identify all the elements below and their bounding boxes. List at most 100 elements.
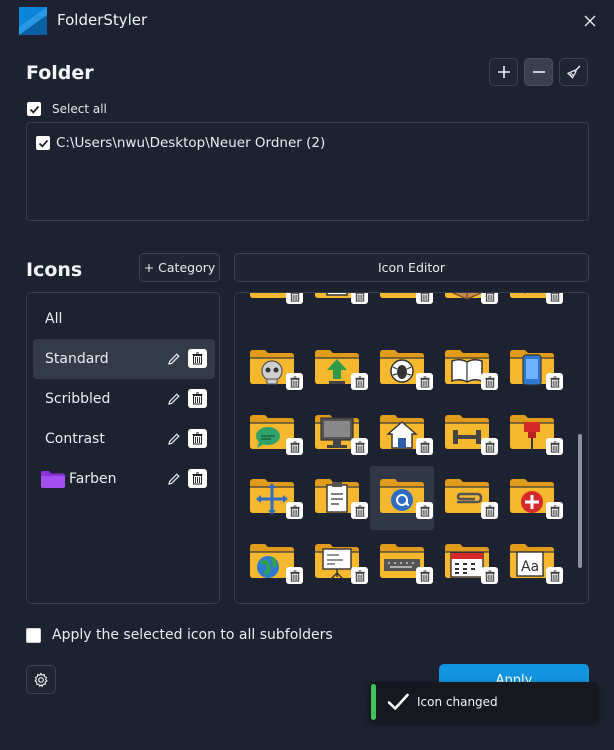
category-item-all[interactable]: All — [33, 299, 215, 339]
edit-category-button[interactable] — [167, 471, 181, 490]
presentation-folder-cell[interactable] — [305, 531, 369, 595]
delete-category-button[interactable] — [188, 469, 207, 488]
delete-icon-button[interactable] — [416, 438, 433, 455]
trash-icon — [192, 352, 203, 365]
delete-icon-button[interactable] — [546, 373, 563, 390]
delete-icon-button[interactable] — [351, 293, 368, 304]
trash-icon — [354, 505, 365, 517]
select-all-label: Select all — [52, 102, 107, 116]
clean-folder-button[interactable] — [559, 58, 588, 86]
home-folder-cell[interactable] — [370, 402, 434, 466]
edit-category-button[interactable] — [167, 351, 181, 370]
category-item-farben[interactable]: Farben — [33, 459, 215, 499]
delete-category-button[interactable] — [188, 389, 207, 408]
add-folder-button[interactable] — [489, 58, 518, 86]
purple-folder-icon — [41, 471, 65, 488]
globe-folder-cell[interactable] — [240, 531, 304, 595]
edit-category-button[interactable] — [167, 431, 181, 450]
delete-icon-button[interactable] — [286, 567, 303, 584]
icon-editor-button[interactable]: Icon Editor — [234, 253, 589, 282]
move-folder-cell[interactable] — [240, 466, 304, 530]
apply-subfolders-row[interactable]: Apply the selected icon to all subfolder… — [26, 627, 333, 643]
delete-icon-button[interactable] — [351, 502, 368, 519]
trash-icon — [290, 293, 299, 302]
at-folder-cell[interactable] — [370, 466, 434, 530]
trash-icon — [485, 293, 494, 302]
delete-icon-button[interactable] — [351, 373, 368, 390]
folder-list[interactable]: C:\Users\nwu\Desktop\Neuer Ordner (2) — [26, 122, 589, 221]
app-logo-icon — [19, 7, 47, 35]
pencil-icon — [168, 353, 180, 365]
delete-icon-button[interactable] — [286, 293, 303, 304]
category-item-standard[interactable]: Standard — [33, 339, 215, 379]
upload-folder-cell[interactable] — [305, 337, 369, 401]
trash-icon — [484, 505, 495, 517]
delete-icon-button[interactable] — [286, 438, 303, 455]
add-folder-cell[interactable] — [500, 466, 564, 530]
check-icon — [38, 139, 48, 148]
delete-icon-button[interactable] — [416, 373, 433, 390]
delete-category-button[interactable] — [188, 429, 207, 448]
delete-icon-button[interactable] — [286, 502, 303, 519]
delete-icon-button[interactable] — [416, 293, 433, 304]
calendar-folder-cell[interactable] — [435, 531, 499, 595]
delete-icon-button[interactable] — [481, 293, 498, 304]
book-folder-cell[interactable] — [435, 337, 499, 401]
delete-icon-button[interactable] — [546, 438, 563, 455]
keyboard-folder-cell[interactable] — [370, 531, 434, 595]
monitor-folder-cell[interactable] — [305, 402, 369, 466]
pin-folder-cell[interactable] — [500, 402, 564, 466]
delete-icon-button[interactable] — [546, 502, 563, 519]
select-all-checkbox[interactable] — [27, 102, 41, 116]
settings-button[interactable] — [26, 665, 56, 694]
remove-folder-button[interactable] — [524, 58, 553, 86]
trash-icon — [549, 505, 560, 517]
trash-icon — [192, 392, 203, 405]
delete-icon-button[interactable] — [416, 567, 433, 584]
chat-folder-cell[interactable] — [240, 402, 304, 466]
key-folder-cell[interactable] — [500, 293, 564, 315]
delete-icon-button[interactable] — [351, 567, 368, 584]
delete-icon-button[interactable] — [481, 567, 498, 584]
folder-path: C:\Users\nwu\Desktop\Neuer Ordner (2) — [56, 135, 326, 151]
category-item-contrast[interactable]: Contrast — [33, 419, 215, 459]
toast-message: Icon changed — [417, 695, 498, 709]
trash-icon — [419, 376, 430, 388]
delete-icon-button[interactable] — [546, 293, 563, 304]
delete-icon-button[interactable] — [546, 567, 563, 584]
skull-folder-cell[interactable] — [240, 337, 304, 401]
category-label: Farben — [69, 471, 117, 487]
delete-icon-button[interactable] — [481, 438, 498, 455]
delete-icon-button[interactable] — [481, 502, 498, 519]
delete-icon-button[interactable] — [416, 502, 433, 519]
folder-list-item[interactable]: C:\Users\nwu\Desktop\Neuer Ordner (2) — [36, 135, 325, 151]
icon-grid-scrollbar[interactable] — [578, 434, 582, 568]
delete-icon-button[interactable] — [351, 438, 368, 455]
floppy-folder-cell[interactable] — [305, 293, 369, 315]
category-item-scribbled[interactable]: Scribbled — [33, 379, 215, 419]
gym-folder-cell[interactable] — [435, 402, 499, 466]
gamepad-folder-cell[interactable] — [370, 293, 434, 315]
add-category-button[interactable]: + Category — [139, 253, 220, 282]
pencil-icon — [168, 473, 180, 485]
category-list: All Standard Scribbled Contrast Farben — [26, 292, 220, 604]
delete-category-button[interactable] — [188, 349, 207, 368]
category-label: Scribbled — [45, 391, 111, 407]
folder-item-checkbox[interactable] — [36, 136, 50, 150]
select-all-row[interactable]: Select all — [27, 102, 107, 116]
font-folder-cell[interactable]: Aa — [500, 531, 564, 595]
delete-icon-button[interactable] — [481, 373, 498, 390]
edit-category-button[interactable] — [167, 391, 181, 410]
box-folder-cell[interactable] — [435, 293, 499, 315]
delete-icon-button[interactable] — [286, 373, 303, 390]
apply-subfolders-checkbox[interactable] — [26, 627, 41, 643]
close-button[interactable] — [574, 6, 606, 36]
shuffle-folder-cell[interactable] — [240, 293, 304, 315]
bug-folder-cell[interactable] — [370, 337, 434, 401]
paperclip-folder-cell[interactable] — [435, 466, 499, 530]
clipboard-folder-cell[interactable] — [305, 466, 369, 530]
phone-folder-cell[interactable] — [500, 337, 564, 401]
icon-grid[interactable]: Aa — [234, 292, 589, 604]
icons-heading: Icons — [26, 259, 83, 281]
trash-icon — [419, 505, 430, 517]
